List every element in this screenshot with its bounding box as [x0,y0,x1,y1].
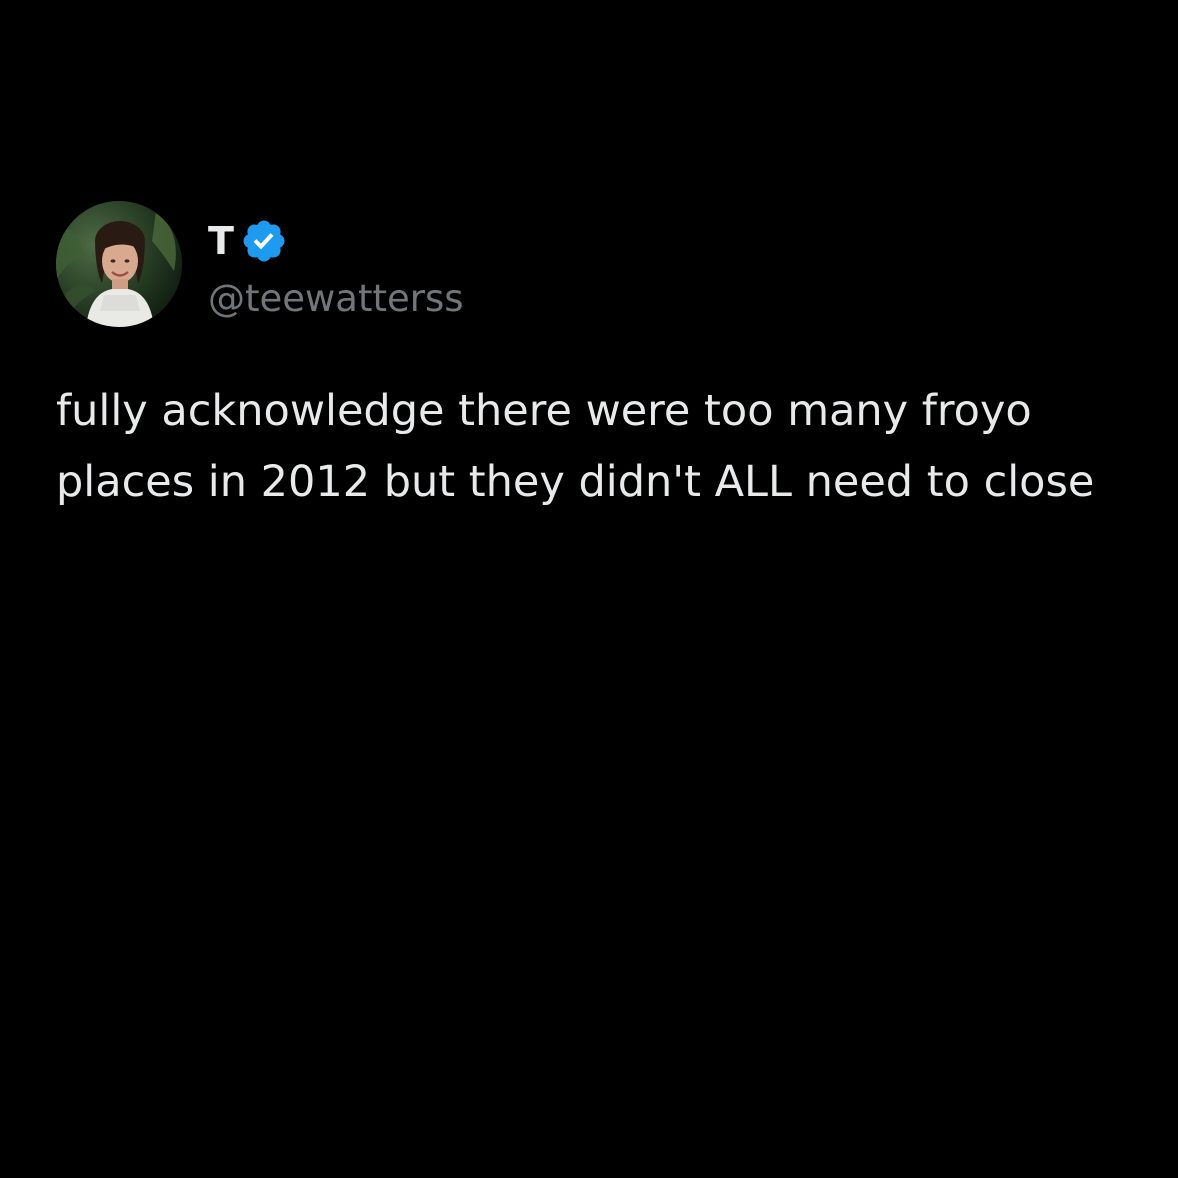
avatar[interactable] [56,201,182,327]
name-row: T [208,212,464,270]
author-block: T @teewatterss [208,212,464,317]
verified-badge-icon [240,217,288,265]
tweet-text: fully acknowledge there were too many fr… [56,386,1095,507]
tweet-card: T @teewatterss fully acknowledge there w… [56,200,1166,518]
user-handle[interactable]: @teewatterss [208,280,464,317]
display-name[interactable]: T [208,222,234,260]
tweet-header: T @teewatterss [56,200,1166,328]
avatar-photo-icon [56,201,182,327]
